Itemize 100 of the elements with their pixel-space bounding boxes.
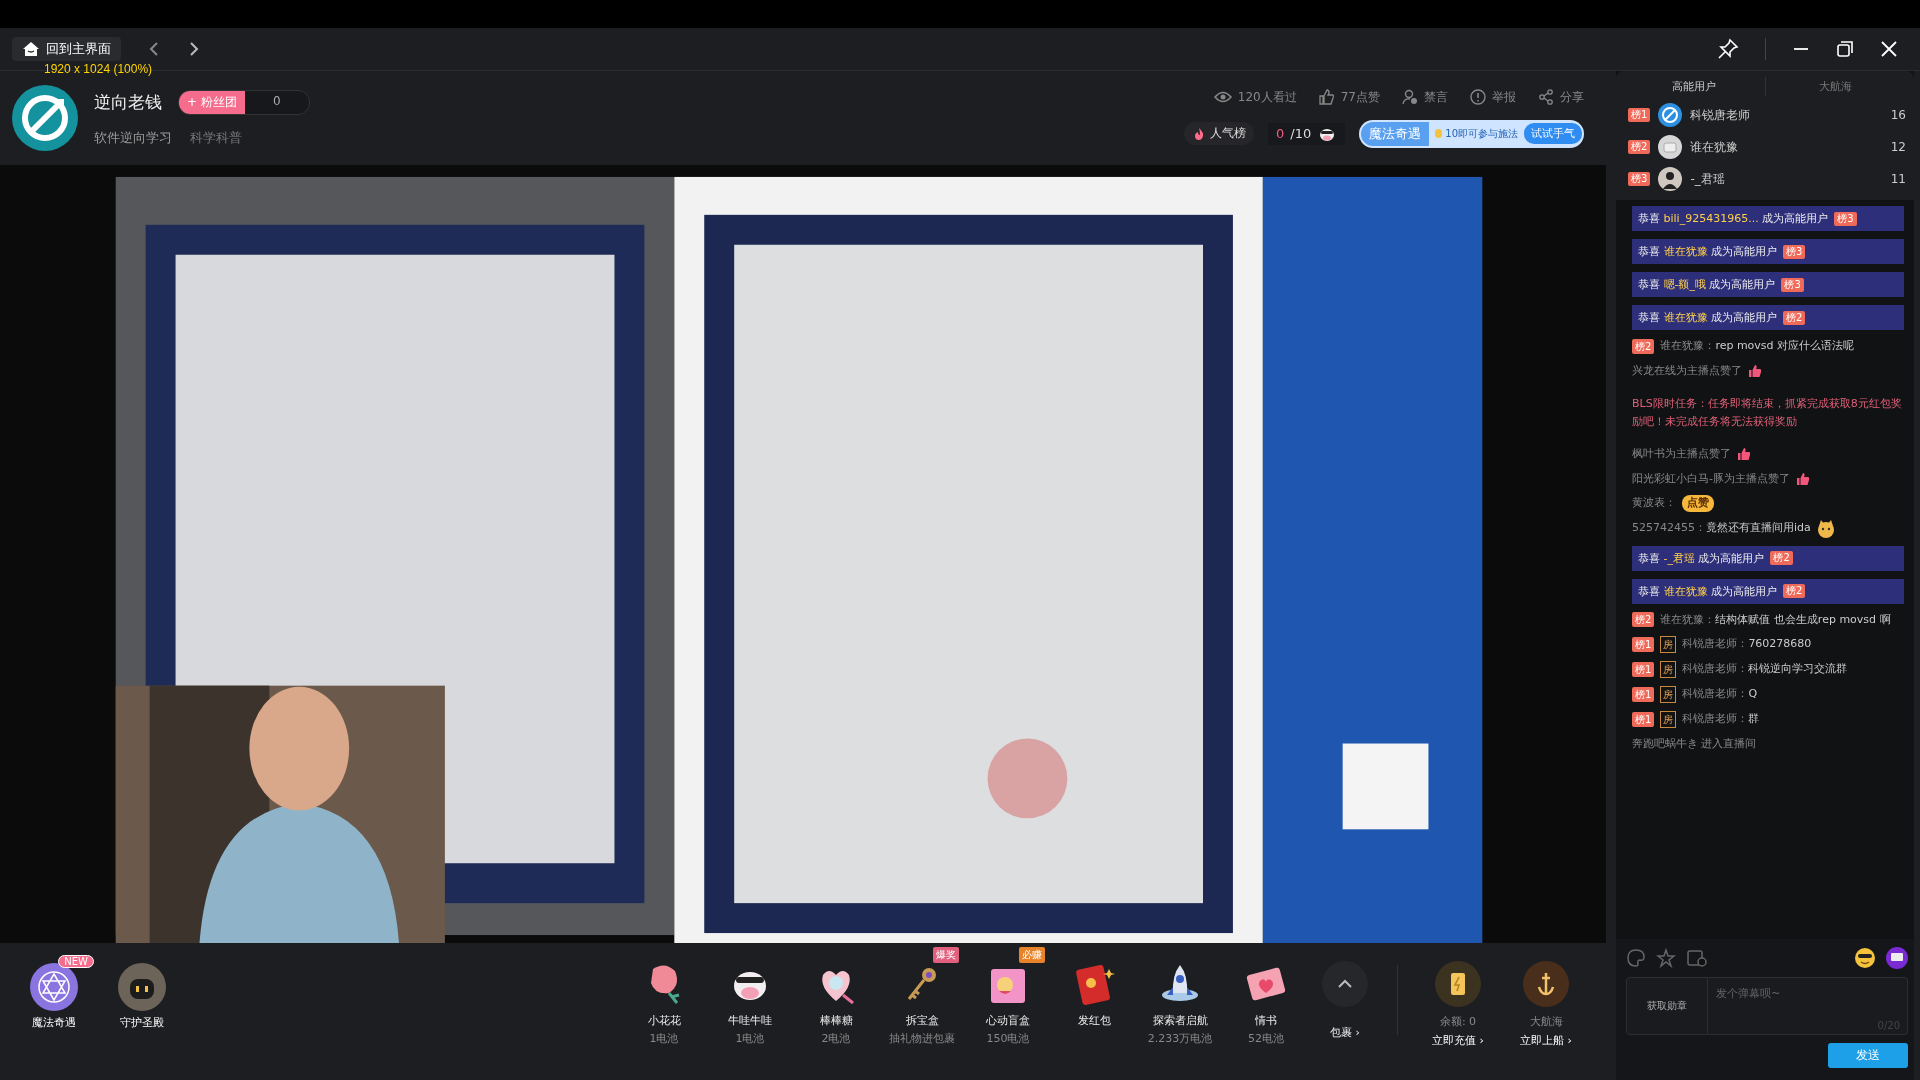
restore-icon[interactable] [1836, 40, 1854, 58]
rank-badge: 榜1 [1628, 108, 1651, 122]
balance-label: 余额: 0 [1439, 1014, 1477, 1029]
gift-item[interactable]: 棒棒糖 2电池 [799, 947, 873, 1046]
stat-item[interactable]: 77点赞 [1318, 88, 1380, 106]
gift-tag: 爆奖 [933, 947, 959, 963]
streamer-name: 逆向老钱 [94, 90, 162, 114]
magic-banner[interactable]: 魔法奇遇 10即可参与施法 试试手气 [1359, 119, 1584, 148]
recharge-button[interactable]: 立即充值 › [1432, 1033, 1484, 1048]
gift-price: 抽礼物进包裹 [889, 1031, 955, 1046]
chat-message: 525742455：竟然还有直播间用ida [1632, 520, 1811, 537]
gift-item[interactable]: 牛哇牛哇 1电池 [713, 947, 787, 1046]
anchor-icon [1523, 961, 1569, 1007]
gift-price: 150电池 [986, 1031, 1030, 1046]
guard-label: 大航海 [1529, 1014, 1563, 1029]
robot-icon [118, 963, 166, 1011]
congrats-text: 恭喜 嗯-额_哦 成为高能用户 [1638, 277, 1776, 292]
user-name[interactable]: 谁在犹豫 [1690, 138, 1883, 156]
rank-badge: 榜2 [1770, 551, 1793, 566]
congrats-text: 恭喜 bili_925431965... 成为高能用户 [1638, 211, 1829, 226]
user-avatar[interactable] [1658, 135, 1683, 159]
board-ship-button[interactable]: 立即上船 › [1520, 1033, 1572, 1048]
gift-item[interactable]: 发红包 [1057, 947, 1131, 1028]
rank-badge: 榜3 [1628, 172, 1651, 186]
chat-bubble-icon[interactable] [1886, 947, 1908, 969]
gift-price: 2电池 [821, 1031, 851, 1046]
user-name[interactable]: -_君瑶 [1690, 170, 1883, 188]
chat-message: 谁在犹豫：rep movsd 对应什么语法呢 [1660, 338, 1855, 354]
gift-item[interactable]: 必赚 心动盲盒 150电池 [971, 947, 1045, 1046]
forward-icon[interactable] [187, 41, 201, 57]
rank-badge: 榜1 [1632, 637, 1655, 653]
gift-item[interactable]: 小花花 1电池 [627, 947, 701, 1046]
sunglasses-emoji-icon[interactable] [1854, 947, 1876, 969]
user-avatar[interactable] [1658, 103, 1683, 127]
rank-badge: 榜2 [1783, 584, 1806, 599]
task-counter[interactable]: 0 /10 [1268, 122, 1346, 145]
activity-button[interactable]: NEW 魔法奇遇 [14, 955, 94, 1030]
capture-size-label: 1920 x 1024 (100%) [44, 62, 153, 76]
stat-item[interactable]: 120人看过 [1213, 88, 1297, 106]
close-icon[interactable] [1880, 40, 1898, 58]
system-notice: BLS限时任务：任务即将结束，抓紧完成获取8元红包奖励吧！未完成任务将无法获得奖励 [1632, 396, 1903, 430]
warning-icon [1470, 89, 1486, 105]
new-badge: NEW [58, 955, 94, 968]
fan-club-control[interactable]: + 粉丝团 0 [178, 89, 310, 115]
rank-badge: 榜2 [1783, 310, 1806, 325]
ranking-tab[interactable]: 高能用户 [1624, 77, 1766, 96]
rank-badge: 榜2 [1632, 612, 1655, 628]
gift-item[interactable]: 探索者启航 2.233万电池 [1143, 947, 1217, 1046]
activity-button[interactable]: 守护圣殿 [102, 955, 182, 1030]
user-avatar[interactable] [1658, 167, 1683, 191]
congrats-text: 恭喜 谁在犹豫 成为高能用户 [1638, 583, 1777, 599]
stat-item[interactable]: 举报 [1470, 88, 1516, 106]
rank-badge: 榜3 [1781, 277, 1804, 292]
home-button[interactable]: 回到主界面 [12, 37, 121, 61]
fan-count: 0 [271, 92, 282, 110]
popularity-button[interactable]: 人气榜 [1184, 122, 1255, 145]
battery-icon [1435, 961, 1481, 1007]
package-button[interactable]: 包裹 › [1330, 1025, 1360, 1040]
stat-item[interactable]: 禁言 [1402, 88, 1448, 106]
chat-message: 科锐唐老师：科锐逆向学习交流群 [1682, 661, 1848, 678]
gift-item[interactable]: 情书 52电池 [1229, 947, 1303, 1046]
rank-badge: 榜2 [1632, 338, 1655, 354]
chat-message: 科锐唐老师：群 [1682, 711, 1760, 728]
user-score: 16 [1890, 108, 1906, 122]
thumbs-up-icon [1737, 447, 1751, 462]
user-name[interactable]: 科锐唐老师 [1690, 106, 1883, 124]
rank-badge: 榜3 [1783, 244, 1806, 259]
gift-price: 1电池 [735, 1031, 765, 1046]
banner-title: 魔法奇遇 [1361, 121, 1430, 146]
ranking-tab[interactable]: 大航海 [1765, 77, 1906, 96]
gift-price: 1电池 [649, 1031, 679, 1046]
chat-message: 科锐唐老师：760278680 [1682, 636, 1812, 653]
rank-badge: 榜2 [1628, 140, 1651, 154]
gift-item[interactable]: 爆奖 拆宝盒 抽礼物进包裹 [885, 947, 959, 1046]
room-admin-badge: 房 [1660, 661, 1677, 679]
room-admin-badge: 房 [1660, 636, 1677, 654]
back-icon[interactable] [147, 41, 161, 57]
streamer-avatar[interactable] [12, 85, 78, 151]
star-icon[interactable] [1656, 948, 1676, 968]
chat-user: 黄波表： [1632, 495, 1676, 512]
get-medal-button[interactable]: 获取勋章 [1626, 977, 1708, 1035]
stat-item[interactable]: 分享 [1538, 88, 1584, 106]
thumbs-up-icon [1318, 89, 1335, 105]
danmaku-block-icon[interactable] [1686, 948, 1708, 968]
thumbs-up-icon [1796, 471, 1810, 486]
user-score: 12 [1890, 140, 1906, 154]
category-tag[interactable]: 软件逆向学习 [94, 128, 172, 147]
category-tag[interactable]: 科学科普 [190, 128, 242, 147]
pin-icon[interactable] [1717, 38, 1739, 60]
eye-icon [1213, 90, 1232, 104]
share-icon [1538, 89, 1554, 105]
room-admin-badge: 房 [1660, 686, 1677, 704]
like-notice: 阳光彩虹小白马-豚为主播点赞了 [1632, 470, 1790, 487]
rank-badge: 榜1 [1632, 687, 1655, 703]
like-notice: 兴龙在线为主播点赞了 [1632, 362, 1742, 379]
rank-badge: 榜1 [1632, 662, 1655, 678]
gift-price: 2.233万电池 [1147, 1031, 1213, 1046]
user-score: 11 [1890, 172, 1906, 186]
palette-icon[interactable] [1626, 948, 1646, 968]
congrats-text: 恭喜 谁在犹豫 成为高能用户 [1638, 244, 1777, 259]
